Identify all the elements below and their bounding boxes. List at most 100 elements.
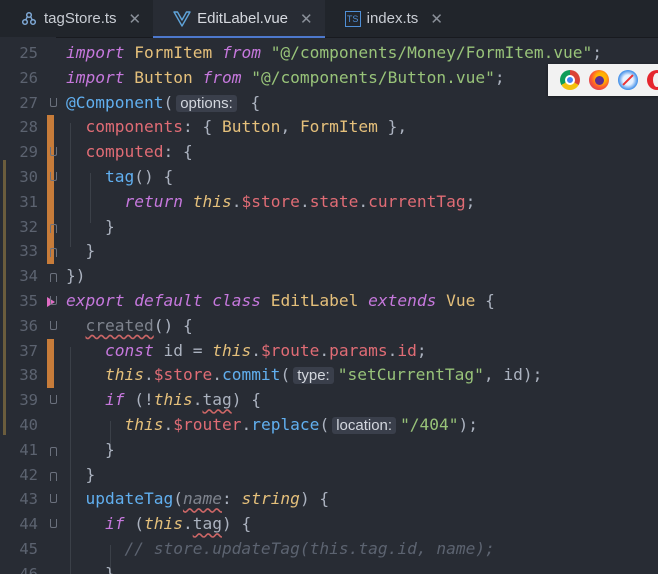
close-icon[interactable]: ✕ bbox=[300, 10, 313, 28]
code-token: ; bbox=[416, 340, 427, 360]
code-line[interactable]: 33 } bbox=[0, 239, 658, 265]
code-token: $router bbox=[173, 415, 242, 434]
code-line[interactable]: 39 if (!this.tag) { bbox=[0, 388, 658, 413]
code-line[interactable]: 41 } bbox=[0, 438, 658, 463]
safari-icon[interactable] bbox=[618, 70, 638, 90]
code-token: } bbox=[66, 563, 115, 574]
code-token: . bbox=[241, 415, 252, 434]
line-number: 33 bbox=[19, 242, 38, 261]
fold-icon[interactable] bbox=[50, 446, 57, 456]
code-line[interactable]: 31 return this.$store.state.currentTag; bbox=[0, 189, 658, 215]
tab-index[interactable]: TS index.ts ✕ bbox=[325, 0, 455, 37]
firefox-icon[interactable] bbox=[589, 70, 609, 90]
code-line[interactable]: 40 this.$router.replace(location: "/404")… bbox=[0, 413, 658, 438]
opera-icon[interactable] bbox=[647, 70, 658, 90]
line-number: 38 bbox=[19, 366, 38, 385]
fold-icon[interactable] bbox=[50, 97, 57, 107]
code-line[interactable]: 34}) bbox=[0, 264, 658, 289]
code-token: ; bbox=[592, 43, 603, 62]
code-text: }) bbox=[66, 264, 86, 289]
code-token: ) { bbox=[231, 390, 261, 410]
code-token: ; bbox=[494, 67, 505, 87]
code-line[interactable]: 44 if (this.tag) { bbox=[0, 512, 658, 537]
line-number: 31 bbox=[19, 192, 38, 211]
fold-icon[interactable] bbox=[50, 519, 57, 529]
fold-icon[interactable] bbox=[50, 471, 57, 481]
line-number: 41 bbox=[19, 440, 38, 459]
fold-icon[interactable] bbox=[50, 248, 57, 258]
code-token: . bbox=[251, 340, 261, 360]
close-icon[interactable]: ✕ bbox=[129, 10, 142, 28]
code-token: . bbox=[358, 191, 369, 211]
code-token: this bbox=[104, 365, 144, 385]
code-token: this bbox=[124, 415, 164, 434]
line-number: 34 bbox=[19, 267, 38, 286]
code-token: . bbox=[182, 514, 193, 534]
code-line[interactable]: 36 created() { bbox=[0, 314, 658, 339]
code-token: // store.updateTag(this.tag.id, name); bbox=[124, 539, 495, 558]
code-line[interactable]: 32 } bbox=[0, 214, 658, 240]
line-number: 39 bbox=[19, 391, 38, 410]
code-token: this bbox=[212, 340, 252, 360]
code-token: . bbox=[143, 365, 154, 385]
fold-icon[interactable] bbox=[50, 320, 57, 330]
code-token: components bbox=[85, 117, 183, 137]
line-number: 45 bbox=[19, 540, 38, 558]
tab-tagstore[interactable]: tagStore.ts ✕ bbox=[0, 0, 153, 37]
code-token: () { bbox=[134, 167, 174, 186]
code-line[interactable]: 42 } bbox=[0, 463, 658, 488]
code-line[interactable]: 46 } bbox=[0, 562, 658, 574]
code-token: name bbox=[182, 489, 222, 509]
code-line[interactable]: 45 // store.updateTag(this.tag.id, name)… bbox=[0, 537, 658, 562]
code-line[interactable]: 29 computed: { bbox=[0, 140, 658, 165]
code-token: @Component bbox=[66, 92, 164, 112]
code-token: EditLabel bbox=[270, 291, 359, 310]
fold-icon[interactable] bbox=[50, 395, 57, 405]
code-line[interactable]: 35 export default class EditLabel extends… bbox=[0, 289, 658, 314]
change-marker bbox=[47, 338, 54, 364]
code-token: import bbox=[66, 67, 125, 87]
code-token: FormItem bbox=[134, 43, 213, 62]
code-line[interactable]: 30 tag() { bbox=[0, 165, 658, 190]
fold-icon[interactable] bbox=[50, 296, 57, 305]
code-token: Button bbox=[221, 117, 281, 137]
code-token: state bbox=[309, 191, 359, 211]
code-text: } bbox=[66, 438, 115, 463]
code-text: } bbox=[66, 239, 95, 264]
code-token: . bbox=[192, 390, 203, 410]
fold-icon[interactable] bbox=[50, 172, 57, 181]
code-text: @Component(options: { bbox=[66, 91, 260, 117]
code-editor[interactable]: 25 import FormItem from "@/components/Mon… bbox=[0, 37, 658, 574]
line-number: 43 bbox=[19, 490, 38, 509]
fold-icon[interactable] bbox=[50, 273, 57, 283]
code-text: computed: { bbox=[66, 140, 193, 165]
code-line[interactable]: 38 this.$store.commit(type: "setCurrentTa… bbox=[0, 363, 658, 389]
line-number: 32 bbox=[19, 217, 38, 236]
code-line[interactable]: 28 components: { Button, FormItem }, bbox=[0, 115, 658, 141]
code-line[interactable]: 25 import FormItem from "@/components/Mon… bbox=[0, 41, 658, 66]
code-token: ( bbox=[319, 415, 330, 434]
code-text: tag() { bbox=[66, 165, 173, 190]
fold-icon[interactable] bbox=[50, 223, 57, 233]
vue-icon bbox=[173, 10, 191, 28]
close-icon[interactable]: ✕ bbox=[430, 10, 443, 28]
code-token: this bbox=[192, 191, 232, 211]
line-number: 35 bbox=[19, 292, 38, 310]
chrome-icon[interactable] bbox=[560, 70, 580, 90]
fold-icon[interactable] bbox=[50, 147, 57, 157]
tab-editlabel[interactable]: EditLabel.vue ✕ bbox=[153, 0, 326, 38]
code-line[interactable]: 37 const id = this.$route.params.id; bbox=[0, 338, 658, 364]
change-marker bbox=[47, 363, 54, 389]
code-line[interactable]: 43 updateTag(name: string) { bbox=[0, 487, 658, 512]
fold-icon[interactable] bbox=[50, 494, 57, 504]
line-number: 37 bbox=[19, 341, 38, 360]
code-token: } bbox=[66, 439, 115, 459]
code-token: if bbox=[104, 390, 125, 410]
